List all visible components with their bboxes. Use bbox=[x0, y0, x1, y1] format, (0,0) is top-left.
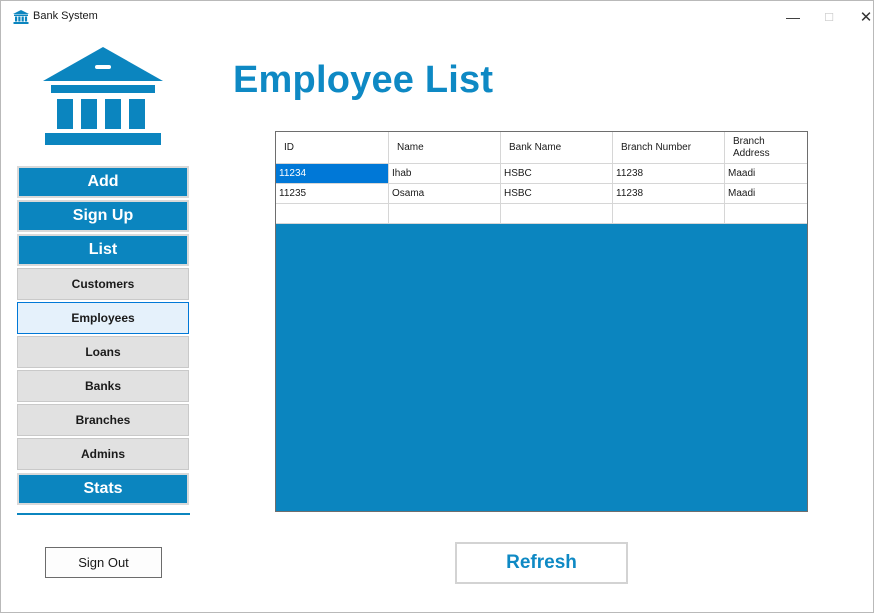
employee-data-grid[interactable]: ID Name Bank Name Branch Number Branch A… bbox=[275, 131, 808, 512]
sidebar-item-banks[interactable]: Banks bbox=[17, 370, 189, 402]
sidebar-item-loans[interactable]: Loans bbox=[17, 336, 189, 368]
app-window: Bank System — ☐ ✕ Employee List Add Sign… bbox=[0, 0, 874, 613]
list-button[interactable]: List bbox=[17, 234, 189, 266]
table-cell-id[interactable]: 11235 bbox=[276, 184, 389, 204]
table-cell-branch-address[interactable]: Maadi bbox=[725, 164, 807, 184]
sidebar-item-label: Branches bbox=[75, 413, 131, 427]
refresh-button-label: Refresh bbox=[506, 552, 577, 573]
sidebar-item-admins[interactable]: Admins bbox=[17, 438, 189, 470]
table-cell-id[interactable]: 11234 bbox=[276, 164, 389, 184]
stats-button[interactable]: Stats bbox=[17, 473, 189, 505]
table-new-row[interactable] bbox=[276, 204, 807, 224]
page-title: Employee List bbox=[233, 59, 494, 101]
stats-button-label: Stats bbox=[83, 480, 123, 497]
table-cell-branch-address[interactable]: Maadi bbox=[725, 184, 807, 204]
sidebar-item-label: Customers bbox=[71, 277, 135, 291]
add-button-label: Add bbox=[87, 173, 119, 190]
table-cell-branch-address[interactable] bbox=[725, 204, 807, 224]
grid-header-row: ID Name Bank Name Branch Number Branch A… bbox=[276, 132, 807, 164]
minimize-button[interactable]: — bbox=[773, 1, 813, 33]
column-header-branch-address[interactable]: Branch Address bbox=[725, 132, 807, 164]
sidebar-item-label: Admins bbox=[80, 447, 125, 461]
sidebar-item-label: Loans bbox=[85, 345, 121, 359]
add-button[interactable]: Add bbox=[17, 166, 189, 198]
window-title: Bank System bbox=[33, 10, 98, 22]
table-cell-branch-number[interactable]: 11238 bbox=[613, 164, 725, 184]
table-cell-bank-name[interactable]: HSBC bbox=[501, 184, 613, 204]
close-button[interactable]: ✕ bbox=[846, 1, 874, 33]
sign-up-button-label: Sign Up bbox=[72, 207, 134, 224]
table-row[interactable]: 11235 Osama HSBC 11238 Maadi bbox=[276, 184, 807, 204]
table-cell-id[interactable] bbox=[276, 204, 389, 224]
bank-building-icon bbox=[43, 47, 163, 145]
column-header-name[interactable]: Name bbox=[389, 132, 501, 164]
title-bar[interactable]: Bank System — ☐ ✕ bbox=[1, 1, 873, 33]
sidebar-item-label: Banks bbox=[84, 379, 122, 393]
table-cell-bank-name[interactable]: HSBC bbox=[501, 164, 613, 184]
sign-out-button[interactable]: Sign Out bbox=[45, 547, 162, 578]
refresh-button[interactable]: Refresh bbox=[455, 542, 628, 584]
list-button-label: List bbox=[88, 241, 118, 258]
sidebar-item-employees[interactable]: Employees bbox=[17, 302, 189, 334]
table-cell-name[interactable]: Ihab bbox=[389, 164, 501, 184]
column-header-id[interactable]: ID bbox=[276, 132, 389, 164]
minimize-icon: — bbox=[786, 9, 800, 25]
sidebar-divider bbox=[17, 513, 190, 515]
table-cell-name[interactable]: Osama bbox=[389, 184, 501, 204]
sidebar-item-branches[interactable]: Branches bbox=[17, 404, 189, 436]
table-cell-bank-name[interactable] bbox=[501, 204, 613, 224]
table-cell-branch-number[interactable]: 11238 bbox=[613, 184, 725, 204]
table-row[interactable]: 11234 Ihab HSBC 11238 Maadi bbox=[276, 164, 807, 184]
sidebar-item-customers[interactable]: Customers bbox=[17, 268, 189, 300]
column-header-bank-name[interactable]: Bank Name bbox=[501, 132, 613, 164]
bank-icon bbox=[13, 10, 29, 24]
sign-up-button[interactable]: Sign Up bbox=[17, 200, 189, 232]
maximize-button[interactable]: ☐ bbox=[809, 1, 849, 33]
table-cell-name[interactable] bbox=[389, 204, 501, 224]
sidebar-item-label: Employees bbox=[71, 311, 135, 325]
sign-out-button-label: Sign Out bbox=[78, 555, 129, 570]
table-cell-branch-number[interactable] bbox=[613, 204, 725, 224]
maximize-icon: ☐ bbox=[824, 11, 834, 24]
column-header-branch-number[interactable]: Branch Number bbox=[613, 132, 725, 164]
close-icon: ✕ bbox=[859, 9, 873, 26]
